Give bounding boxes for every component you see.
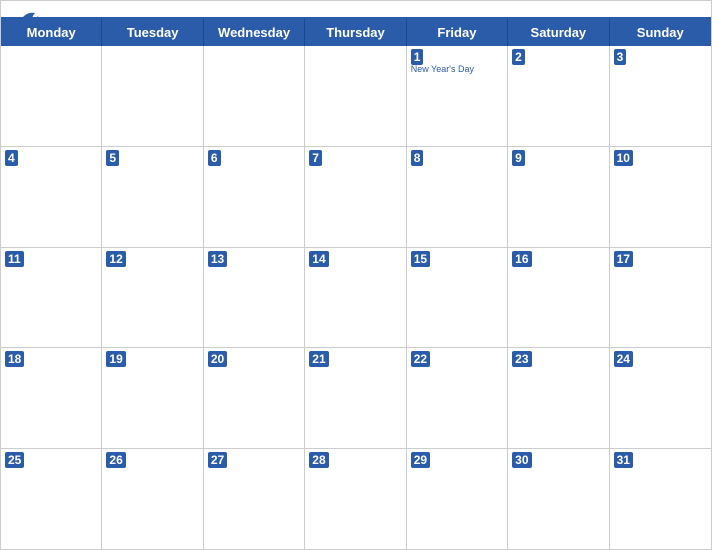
day-cell: 18 bbox=[1, 348, 102, 448]
holiday-label: New Year's Day bbox=[411, 64, 474, 75]
day-cell: 17 bbox=[610, 248, 711, 348]
day-header-tuesday: Tuesday bbox=[102, 19, 203, 46]
weeks-container: 1New Year's Day2345678910111213141516171… bbox=[1, 46, 711, 549]
day-cell: 11 bbox=[1, 248, 102, 348]
day-number: 11 bbox=[5, 251, 24, 267]
day-number: 1 bbox=[411, 49, 424, 65]
day-header-friday: Friday bbox=[407, 19, 508, 46]
day-cell: 16 bbox=[508, 248, 609, 348]
day-number: 13 bbox=[208, 251, 227, 267]
day-cell: 25 bbox=[1, 449, 102, 549]
day-cell bbox=[305, 46, 406, 146]
day-cell: 3 bbox=[610, 46, 711, 146]
day-number: 9 bbox=[512, 150, 525, 166]
calendar-grid: MondayTuesdayWednesdayThursdayFridaySatu… bbox=[1, 17, 711, 549]
day-cell: 1New Year's Day bbox=[407, 46, 508, 146]
day-cell: 8 bbox=[407, 147, 508, 247]
day-cell: 24 bbox=[610, 348, 711, 448]
day-cell: 21 bbox=[305, 348, 406, 448]
day-number: 24 bbox=[614, 351, 633, 367]
day-number: 14 bbox=[309, 251, 328, 267]
day-header-saturday: Saturday bbox=[508, 19, 609, 46]
day-cell: 10 bbox=[610, 147, 711, 247]
day-cell: 12 bbox=[102, 248, 203, 348]
day-number: 10 bbox=[614, 150, 633, 166]
day-cell: 6 bbox=[204, 147, 305, 247]
day-cell: 13 bbox=[204, 248, 305, 348]
day-number: 27 bbox=[208, 452, 227, 468]
day-number: 22 bbox=[411, 351, 430, 367]
day-cell: 2 bbox=[508, 46, 609, 146]
day-number: 16 bbox=[512, 251, 531, 267]
day-number: 18 bbox=[5, 351, 24, 367]
day-cell: 31 bbox=[610, 449, 711, 549]
day-headers-row: MondayTuesdayWednesdayThursdayFridaySatu… bbox=[1, 19, 711, 46]
week-row-1: 1New Year's Day23 bbox=[1, 46, 711, 147]
day-cell: 4 bbox=[1, 147, 102, 247]
week-row-4: 18 19 20 21 22 23 24 bbox=[1, 348, 711, 449]
day-number: 23 bbox=[512, 351, 531, 367]
day-number: 30 bbox=[512, 452, 531, 468]
day-number: 12 bbox=[106, 251, 125, 267]
week-row-5: 25 26 27 28 29 30 31 bbox=[1, 449, 711, 549]
day-cell: 9 bbox=[508, 147, 609, 247]
day-number: 7 bbox=[309, 150, 322, 166]
day-number: 5 bbox=[106, 150, 119, 166]
day-number: 26 bbox=[106, 452, 125, 468]
day-number: 3 bbox=[614, 49, 627, 65]
day-number: 19 bbox=[106, 351, 125, 367]
day-number: 21 bbox=[309, 351, 328, 367]
logo bbox=[17, 9, 41, 27]
day-number: 31 bbox=[614, 452, 633, 468]
day-number: 4 bbox=[5, 150, 18, 166]
day-cell: 15 bbox=[407, 248, 508, 348]
day-cell: 28 bbox=[305, 449, 406, 549]
day-number: 8 bbox=[411, 150, 424, 166]
day-cell: 29 bbox=[407, 449, 508, 549]
day-cell: 23 bbox=[508, 348, 609, 448]
week-row-3: 11 12 13 14 15 16 17 bbox=[1, 248, 711, 349]
day-cell: 7 bbox=[305, 147, 406, 247]
day-number: 29 bbox=[411, 452, 430, 468]
day-number: 17 bbox=[614, 251, 633, 267]
calendar-container: MondayTuesdayWednesdayThursdayFridaySatu… bbox=[0, 0, 712, 550]
day-number: 2 bbox=[512, 49, 525, 65]
day-cell: 20 bbox=[204, 348, 305, 448]
day-header-thursday: Thursday bbox=[305, 19, 406, 46]
day-number: 20 bbox=[208, 351, 227, 367]
day-number: 25 bbox=[5, 452, 24, 468]
day-cell: 22 bbox=[407, 348, 508, 448]
week-row-2: 4 5 6 7 8 9 10 bbox=[1, 147, 711, 248]
calendar-header bbox=[1, 1, 711, 17]
day-cell: 5 bbox=[102, 147, 203, 247]
logo-bird-icon bbox=[17, 9, 39, 27]
day-header-wednesday: Wednesday bbox=[204, 19, 305, 46]
day-cell bbox=[204, 46, 305, 146]
day-cell bbox=[102, 46, 203, 146]
day-cell: 30 bbox=[508, 449, 609, 549]
day-cell: 19 bbox=[102, 348, 203, 448]
day-cell: 26 bbox=[102, 449, 203, 549]
day-number: 15 bbox=[411, 251, 430, 267]
day-number: 6 bbox=[208, 150, 221, 166]
day-cell: 27 bbox=[204, 449, 305, 549]
logo-blue bbox=[17, 9, 41, 27]
day-number: 28 bbox=[309, 452, 328, 468]
day-cell: 14 bbox=[305, 248, 406, 348]
day-cell bbox=[1, 46, 102, 146]
day-header-sunday: Sunday bbox=[610, 19, 711, 46]
